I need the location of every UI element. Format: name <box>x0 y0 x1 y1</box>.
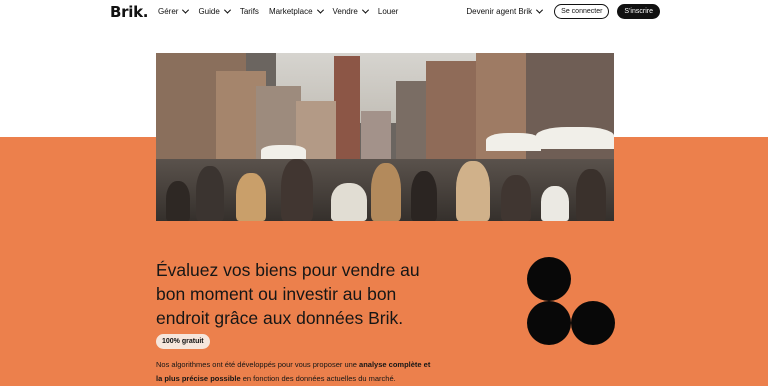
nav-item-marketplace[interactable]: Marketplace <box>268 6 324 16</box>
nav-label: Vendre <box>332 7 358 16</box>
brik-logo[interactable]: Brik. <box>110 3 148 21</box>
main-nav: Gérer Guide Tarifs Marketplace Vendre Lo… <box>158 6 398 16</box>
hero-image-street-crowd <box>156 53 614 221</box>
nav-item-guide[interactable]: Guide <box>198 6 231 16</box>
nav-item-vendre[interactable]: Vendre <box>332 6 369 16</box>
nav-item-gerer[interactable]: Gérer <box>158 6 190 16</box>
desc-bold: analyse complète et <box>359 360 431 369</box>
top-navigation: Brik. Gérer Guide Tarifs Marketplace Ven… <box>0 0 768 26</box>
desc-bold: la plus précise possible <box>156 374 241 383</box>
chevron-down-icon <box>182 6 190 14</box>
chevron-down-icon <box>361 6 369 14</box>
signup-button[interactable]: S'inscrire <box>617 4 660 19</box>
headline-line: endroit grâce aux données Brik. <box>156 308 404 328</box>
decorative-circle-top <box>527 257 571 301</box>
nav-item-tarifs[interactable]: Tarifs <box>240 7 259 16</box>
hero-description: Nos algorithmes ont été développés pour … <box>156 358 476 386</box>
nav-label: Louer <box>377 7 399 16</box>
decorative-circle-bottom-right <box>571 301 615 345</box>
headline-line: Évaluez vos biens pour vendre au <box>156 260 420 280</box>
nav-label: Gérer <box>158 7 179 16</box>
hero-headline: Évaluez vos biens pour vendre au bon mom… <box>156 258 486 330</box>
nav-item-louer[interactable]: Louer <box>378 7 398 16</box>
account-nav: Devenir agent Brik Se connecter S'inscri… <box>466 4 660 19</box>
nav-label: Guide <box>198 7 220 16</box>
chevron-down-icon <box>536 6 544 14</box>
decorative-circle-bottom-left <box>527 301 571 345</box>
become-agent-menu[interactable]: Devenir agent Brik <box>466 6 544 16</box>
desc-text: en fonction des données actuelles du mar… <box>240 374 396 383</box>
login-button[interactable]: Se connecter <box>554 4 610 19</box>
free-badge: 100% gratuit <box>156 334 210 349</box>
headline-line: bon moment ou investir au bon <box>156 284 397 304</box>
become-agent-label: Devenir agent Brik <box>466 7 533 16</box>
desc-text: Nos algorithmes ont été développés pour … <box>156 360 360 369</box>
chevron-down-icon <box>223 6 231 14</box>
chevron-down-icon <box>316 6 324 14</box>
nav-label: Tarifs <box>239 7 259 16</box>
nav-label: Marketplace <box>268 7 313 16</box>
